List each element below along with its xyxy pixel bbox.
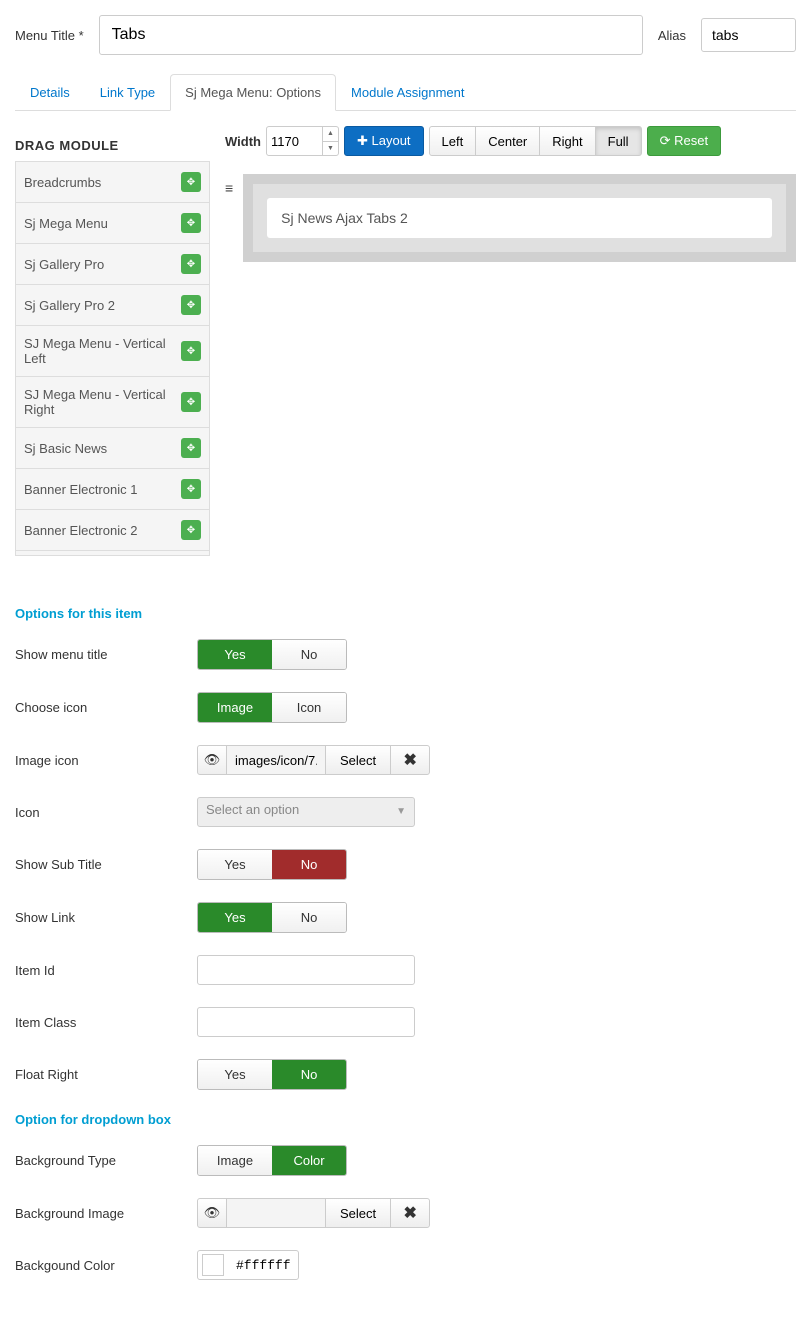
opt-yes[interactable]: Yes [198, 850, 272, 879]
align-center[interactable]: Center [475, 126, 540, 156]
tabs-bar: Details Link Type Sj Mega Menu: Options … [15, 73, 796, 111]
show-sub-title-label: Show Sub Title [15, 857, 197, 872]
image-icon-group: 👁 Select ✖ [197, 745, 430, 775]
image-icon-label: Image icon [15, 753, 197, 768]
align-group: Left Center Right Full [429, 126, 642, 156]
icon-label: Icon [15, 805, 197, 820]
layout-canvas[interactable]: Sj News Ajax Tabs 2 [243, 174, 796, 262]
tab-module-assignment[interactable]: Module Assignment [336, 74, 479, 111]
drag-item[interactable]: Banner Electronic 1✥ [16, 469, 209, 510]
width-label: Width [225, 134, 261, 149]
section-options-title: Options for this item [15, 606, 796, 621]
show-link-toggle[interactable]: Yes No [197, 902, 347, 933]
tab-link-type[interactable]: Link Type [85, 74, 170, 111]
image-icon-clear[interactable]: ✖ [390, 745, 430, 775]
bg-image-label: Background Image [15, 1206, 197, 1221]
drag-item[interactable]: Sj Mega Menu✥ [16, 203, 209, 244]
align-right[interactable]: Right [539, 126, 595, 156]
move-icon[interactable]: ✥ [181, 520, 201, 540]
color-swatch[interactable] [202, 1254, 224, 1276]
show-sub-title-toggle[interactable]: Yes No [197, 849, 347, 880]
bg-image-select[interactable]: Select [325, 1198, 391, 1228]
width-input[interactable] [267, 127, 322, 155]
drag-module-title: DRAG MODULE [15, 138, 210, 153]
alias-label: Alias [658, 28, 686, 43]
align-full[interactable]: Full [595, 126, 642, 156]
drag-item[interactable]: Breadcrumbs✥ [16, 162, 209, 203]
opt-yes[interactable]: Yes [198, 903, 272, 932]
canvas-module[interactable]: Sj News Ajax Tabs 2 [267, 198, 772, 238]
choose-icon-label: Choose icon [15, 700, 197, 715]
bg-image-group: 👁 Select ✖ [197, 1198, 430, 1228]
move-icon[interactable]: ✥ [181, 392, 201, 412]
show-link-label: Show Link [15, 910, 197, 925]
tab-details[interactable]: Details [15, 74, 85, 111]
opt-image[interactable]: Image [198, 1146, 272, 1175]
item-id-label: Item Id [15, 963, 197, 978]
opt-image[interactable]: Image [198, 693, 272, 722]
move-icon[interactable]: ✥ [181, 213, 201, 233]
move-icon[interactable]: ✥ [181, 341, 201, 361]
drag-item[interactable]: Banner Furniture✥ [16, 551, 209, 556]
show-menu-title-toggle[interactable]: Yes No [197, 639, 347, 670]
item-class-input[interactable] [197, 1007, 415, 1037]
bg-color-label: Backgound Color [15, 1258, 197, 1273]
drag-item[interactable]: Sj Basic News✥ [16, 428, 209, 469]
float-right-label: Float Right [15, 1067, 197, 1082]
opt-color[interactable]: Color [272, 1146, 346, 1175]
show-menu-title-label: Show menu title [15, 647, 197, 662]
grip-icon[interactable]: ≡ [225, 174, 233, 196]
opt-no[interactable]: No [272, 640, 346, 669]
align-left[interactable]: Left [429, 126, 477, 156]
opt-icon[interactable]: Icon [272, 693, 346, 722]
section-dropdown-title: Option for dropdown box [15, 1112, 796, 1127]
move-icon[interactable]: ✥ [181, 479, 201, 499]
opt-no[interactable]: No [272, 850, 346, 879]
drag-item[interactable]: Sj Gallery Pro✥ [16, 244, 209, 285]
bg-image-clear[interactable]: ✖ [390, 1198, 430, 1228]
float-right-toggle[interactable]: Yes No [197, 1059, 347, 1090]
opt-no[interactable]: No [272, 903, 346, 932]
item-id-input[interactable] [197, 955, 415, 985]
drag-module-list[interactable]: Breadcrumbs✥ Sj Mega Menu✥ Sj Gallery Pr… [15, 161, 210, 556]
bg-type-toggle[interactable]: Image Color [197, 1145, 347, 1176]
icon-select[interactable]: Select an option [197, 797, 415, 827]
bg-color-group[interactable] [197, 1250, 299, 1280]
choose-icon-toggle[interactable]: Image Icon [197, 692, 347, 723]
eye-icon[interactable]: 👁 [197, 745, 227, 775]
width-spinner[interactable]: ▲▼ [322, 127, 338, 155]
opt-yes[interactable]: Yes [198, 1060, 272, 1089]
layout-button[interactable]: ✚ Layout [344, 126, 424, 156]
bg-color-input[interactable] [228, 1254, 298, 1277]
menu-title-label: Menu Title * [15, 28, 84, 43]
opt-no[interactable]: No [272, 1060, 346, 1089]
image-icon-select[interactable]: Select [325, 745, 391, 775]
drag-item[interactable]: SJ Mega Menu - Vertical Left✥ [16, 326, 209, 377]
bg-type-label: Background Type [15, 1153, 197, 1168]
image-icon-path[interactable] [226, 745, 326, 775]
drag-item[interactable]: Banner Electronic 2✥ [16, 510, 209, 551]
move-icon[interactable]: ✥ [181, 254, 201, 274]
move-icon[interactable]: ✥ [181, 172, 201, 192]
reset-button[interactable]: ⟳ Reset [647, 126, 721, 156]
eye-icon[interactable]: 👁 [197, 1198, 227, 1228]
drag-item[interactable]: SJ Mega Menu - Vertical Right✥ [16, 377, 209, 428]
drag-item[interactable]: Sj Gallery Pro 2✥ [16, 285, 209, 326]
menu-title-input[interactable] [99, 15, 643, 55]
tab-mega-menu-options[interactable]: Sj Mega Menu: Options [170, 74, 336, 111]
alias-input[interactable] [701, 18, 796, 52]
move-icon[interactable]: ✥ [181, 438, 201, 458]
opt-yes[interactable]: Yes [198, 640, 272, 669]
bg-image-path[interactable] [226, 1198, 326, 1228]
move-icon[interactable]: ✥ [181, 295, 201, 315]
item-class-label: Item Class [15, 1015, 197, 1030]
